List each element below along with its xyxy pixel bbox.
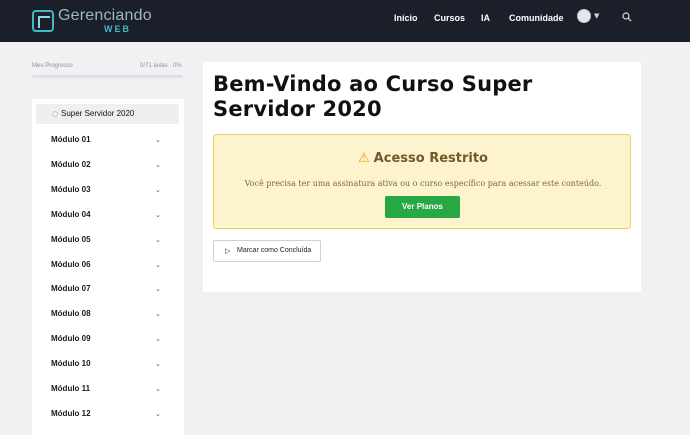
nav-item-ia[interactable]: IA [481,13,490,23]
site-logo[interactable]: Gerenciando WEB [32,5,152,37]
nav-item-inicio[interactable]: Início [394,13,418,23]
sidebar-module-item[interactable]: Módulo 07 ⌄ [32,281,184,299]
play-icon: ▷ [225,247,231,255]
warning-icon: ⚠ [358,151,370,166]
alert-message: Você precisa ter uma assinatura ativa ou… [244,179,602,188]
module-label: Módulo 09 [51,334,91,344]
course-sidebar: Super Servidor 2020 Módulo 01 ⌄ Módulo 02 ⌄… [32,99,184,435]
chevron-down-icon[interactable]: ⌄ [155,186,161,194]
top-navbar: Gerenciando WEB Início Cursos IA Comunid… [0,0,690,42]
module-label: Módulo 01 [51,135,91,144]
chevron-down-icon[interactable]: ⌄ [155,360,161,368]
logo-title: Gerenciando [58,7,152,24]
nav-item-cursos[interactable]: Cursos [434,13,465,23]
page-title: Bem-Vindo ao Curso Super Servidor 2020 [213,72,533,121]
chevron-down-icon[interactable]: ⌄ [155,161,161,169]
sidebar-module-item[interactable]: Módulo 01 ⌄ [32,132,184,150]
chevron-down-icon[interactable]: ⌄ [155,261,161,269]
module-label: Módulo 03 [51,184,91,194]
chevron-down-icon[interactable]: ⌄ [155,385,161,393]
mark-complete-button[interactable]: ▷ Marcar como Concluída [213,240,321,262]
module-label: Módulo 06 [51,259,91,269]
module-label: Módulo 12 [51,408,91,418]
search-icon[interactable] [622,12,632,22]
module-label: Módulo 11 [51,384,91,393]
module-label: Módulo 08 [51,309,91,319]
chevron-down-icon[interactable]: ⌄ [155,236,161,244]
circle-icon [52,111,58,117]
sidebar-module-item[interactable]: Módulo 05 ⌄ [32,232,184,250]
chevron-down-icon[interactable]: ⌄ [155,335,161,343]
user-avatar[interactable] [577,9,591,23]
module-label: Módulo 02 [51,159,91,169]
alert-title: Acesso Restrito [373,151,488,166]
chevron-down-icon[interactable]: ⌄ [155,310,161,318]
chevron-down-icon[interactable]: ⌄ [155,136,161,144]
logo-icon [32,10,54,32]
module-label: Módulo 10 [51,359,91,369]
sidebar-module-item[interactable]: Módulo 02 ⌄ [32,157,184,175]
logo-subtitle: WEB [104,24,131,34]
chevron-down-icon[interactable]: ⌄ [155,211,161,219]
sidebar-module-item[interactable]: Módulo 08 ⌄ [32,306,184,324]
sidebar-course-title[interactable]: Super Servidor 2020 [36,104,179,124]
progress-count: 0/71 aulas · 0% [140,63,182,69]
module-label: Módulo 07 [51,284,91,294]
sidebar-module-item[interactable]: Módulo 10 ⌄ [32,356,184,374]
chevron-down-icon[interactable]: ⌄ [155,410,161,418]
sidebar-module-item[interactable]: Módulo 03 ⌄ [32,182,184,200]
sidebar-module-item[interactable]: Módulo 09 ⌄ [32,331,184,349]
view-plans-button[interactable]: Ver Planos [385,196,460,218]
progress-label: Meu Progresso [32,63,73,69]
sidebar-module-item[interactable]: Módulo 11 ⌄ [32,381,184,399]
lesson-content: Bem-Vindo ao Curso Super Servidor 2020 ⚠… [203,62,641,292]
restricted-access-alert: ⚠ Acesso Restrito Você precisa ter uma as… [213,134,631,229]
chevron-down-icon[interactable]: ▼ [594,12,599,20]
course-title-label: Super Servidor 2020 [61,109,135,118]
progress-bar [32,75,183,78]
mark-complete-label: Marcar como Concluída [237,247,312,254]
sidebar-module-item[interactable]: Módulo 06 ⌄ [32,257,184,275]
module-label: Módulo 04 [51,209,91,219]
sidebar-module-item[interactable]: Módulo 12 ⌄ [32,406,184,424]
chevron-down-icon[interactable]: ⌄ [155,285,161,293]
nav-item-comunidade[interactable]: Comunidade [509,13,564,23]
sidebar-module-item[interactable]: Módulo 04 ⌄ [32,207,184,225]
module-label: Módulo 05 [51,234,91,244]
